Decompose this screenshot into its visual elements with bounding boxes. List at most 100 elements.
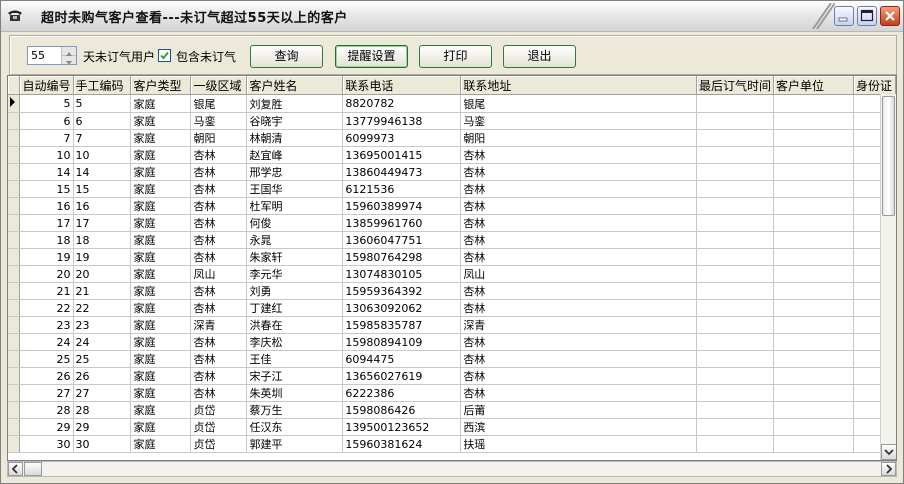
table-cell[interactable]: 杏林 — [190, 231, 248, 249]
table-cell[interactable] — [773, 112, 854, 130]
table-cell[interactable] — [773, 316, 854, 334]
table-cell[interactable]: 宋子江 — [246, 367, 344, 385]
table-cell[interactable] — [696, 146, 775, 164]
table-cell[interactable]: 6222386 — [342, 384, 462, 402]
table-cell[interactable]: 23 — [73, 316, 132, 334]
table-cell[interactable]: 13695001415 — [342, 146, 462, 164]
row-indicator[interactable] — [8, 180, 21, 198]
table-cell[interactable]: 邢学忠 — [246, 163, 344, 181]
table-cell[interactable] — [696, 316, 775, 334]
column-header[interactable]: 自动编号 — [19, 76, 74, 95]
table-cell[interactable]: 杏林 — [190, 384, 248, 402]
table-cell[interactable] — [696, 299, 775, 317]
table-row[interactable]: 25 25 家庭 杏林 王佳 6094475 杏林 — [8, 350, 896, 368]
table-cell[interactable]: 后莆 — [460, 401, 697, 419]
table-cell[interactable]: 家庭 — [130, 367, 192, 385]
table-row[interactable]: 6 6 家庭 马銮 谷晓宇 13779946138 马銮 — [8, 112, 896, 130]
spinner-up-icon[interactable] — [62, 47, 76, 56]
table-cell[interactable]: 24 — [19, 333, 74, 351]
table-cell[interactable]: 家庭 — [130, 282, 192, 300]
table-cell[interactable]: 朝阳 — [190, 129, 248, 147]
table-cell[interactable]: 13656027619 — [342, 367, 462, 385]
table-cell[interactable]: 家庭 — [130, 129, 192, 147]
table-cell[interactable]: 银尾 — [190, 94, 248, 113]
row-indicator[interactable] — [8, 214, 21, 232]
print-button[interactable]: 打印 — [419, 45, 492, 68]
table-cell[interactable] — [696, 367, 775, 385]
table-cell[interactable]: 杏林 — [190, 333, 248, 351]
table-cell[interactable]: 家庭 — [130, 94, 192, 113]
vertical-scrollbar[interactable] — [880, 94, 896, 460]
table-cell[interactable]: 26 — [73, 367, 132, 385]
table-cell[interactable]: 21 — [73, 282, 132, 300]
table-row[interactable]: 20 20 家庭 凤山 李元华 13074830105 凤山 — [8, 265, 896, 283]
table-cell[interactable]: 26 — [19, 367, 74, 385]
table-cell[interactable]: 家庭 — [130, 316, 192, 334]
table-row[interactable]: 19 19 家庭 杏林 朱家轩 15980764298 杏林 — [8, 248, 896, 266]
table-cell[interactable]: 7 — [73, 129, 132, 147]
table-cell[interactable] — [696, 94, 775, 113]
table-cell[interactable]: 27 — [73, 384, 132, 402]
table-cell[interactable]: 家庭 — [130, 197, 192, 215]
table-cell[interactable]: 任汉东 — [246, 418, 344, 436]
row-indicator[interactable] — [8, 333, 21, 351]
table-cell[interactable]: 杏林 — [460, 384, 697, 402]
row-indicator[interactable] — [8, 231, 21, 249]
table-cell[interactable]: 杏林 — [190, 282, 248, 300]
table-cell[interactable]: 凤山 — [460, 265, 697, 283]
table-cell[interactable]: 永晁 — [246, 231, 344, 249]
table-cell[interactable]: 马銮 — [460, 112, 697, 130]
table-cell[interactable]: 8820782 — [342, 94, 462, 113]
table-cell[interactable] — [696, 163, 775, 181]
scroll-down-icon[interactable] — [881, 444, 896, 460]
table-cell[interactable]: 家庭 — [130, 146, 192, 164]
table-cell[interactable] — [696, 350, 775, 368]
table-cell[interactable]: 家庭 — [130, 112, 192, 130]
table-cell[interactable] — [773, 401, 854, 419]
table-cell[interactable]: 13859961760 — [342, 214, 462, 232]
table-row[interactable]: 30 30 家庭 贞岱 郭建平 15960381624 扶瑶 — [8, 435, 896, 453]
table-cell[interactable] — [773, 282, 854, 300]
table-cell[interactable]: 杏林 — [190, 180, 248, 198]
table-cell[interactable]: 杏林 — [460, 333, 697, 351]
table-cell[interactable]: 15985835787 — [342, 316, 462, 334]
row-indicator[interactable] — [8, 367, 21, 385]
table-cell[interactable]: 家庭 — [130, 231, 192, 249]
table-cell[interactable] — [773, 197, 854, 215]
table-cell[interactable]: 13063092062 — [342, 299, 462, 317]
table-cell[interactable]: 杏林 — [460, 282, 697, 300]
table-cell[interactable]: 杏林 — [190, 248, 248, 266]
table-cell[interactable]: 扶瑶 — [460, 435, 697, 453]
table-cell[interactable] — [773, 435, 854, 453]
table-row[interactable]: 7 7 家庭 朝阳 林朝清 6099973 朝阳 — [8, 129, 896, 147]
table-cell[interactable]: 凤山 — [190, 265, 248, 283]
table-cell[interactable]: 6094475 — [342, 350, 462, 368]
table-cell[interactable]: 5 — [19, 94, 74, 113]
spinner-down-icon[interactable] — [62, 56, 76, 65]
table-cell[interactable]: 13860449473 — [342, 163, 462, 181]
table-cell[interactable]: 丁建红 — [246, 299, 344, 317]
table-cell[interactable]: 杏林 — [190, 214, 248, 232]
title-bar[interactable]: 超时未购气客户查看---未订气超过55天以上的客户 — [1, 1, 903, 32]
table-cell[interactable]: 10 — [73, 146, 132, 164]
table-cell[interactable]: 14 — [19, 163, 74, 181]
maximize-button[interactable] — [857, 6, 877, 26]
table-cell[interactable]: 西滨 — [460, 418, 697, 436]
table-cell[interactable]: 家庭 — [130, 265, 192, 283]
table-cell[interactable]: 郭建平 — [246, 435, 344, 453]
table-cell[interactable]: 杏林 — [190, 197, 248, 215]
table-cell[interactable]: 22 — [19, 299, 74, 317]
table-cell[interactable] — [696, 418, 775, 436]
table-cell[interactable]: 李庆松 — [246, 333, 344, 351]
table-cell[interactable]: 28 — [19, 401, 74, 419]
table-cell[interactable]: 洪春在 — [246, 316, 344, 334]
table-cell[interactable] — [773, 231, 854, 249]
table-cell[interactable]: 家庭 — [130, 214, 192, 232]
table-cell[interactable] — [696, 231, 775, 249]
scroll-left-icon[interactable] — [8, 462, 23, 476]
table-cell[interactable]: 29 — [19, 418, 74, 436]
table-cell[interactable]: 10 — [19, 146, 74, 164]
vertical-scroll-thumb[interactable] — [882, 96, 895, 216]
close-button[interactable] — [880, 6, 900, 26]
table-row[interactable]: 21 21 家庭 杏林 刘勇 15959364392 杏林 — [8, 282, 896, 300]
